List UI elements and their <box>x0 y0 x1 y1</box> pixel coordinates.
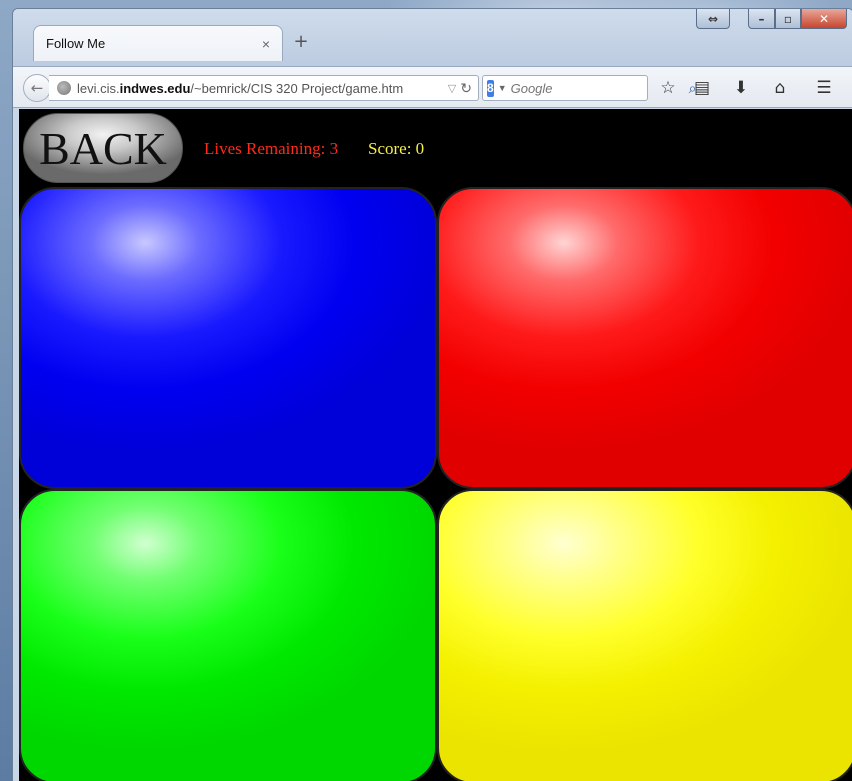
menu-icon[interactable]: ☰ <box>813 77 835 99</box>
lives-remaining: Lives Remaining: 3 <box>204 139 339 158</box>
back-button[interactable]: BACK <box>23 113 183 183</box>
close-window-button[interactable]: ✕ <box>801 9 847 29</box>
back-arrow-icon[interactable]: ← <box>23 74 51 102</box>
globe-icon <box>57 81 71 95</box>
blue-pad[interactable] <box>19 187 437 489</box>
download-icon[interactable]: ⬇ <box>730 77 752 99</box>
reading-list-icon[interactable]: ▤ <box>691 77 713 99</box>
browser-tab[interactable]: Follow Me × <box>33 25 283 61</box>
search-engine-dropdown-icon[interactable]: ▼ <box>498 83 507 93</box>
yellow-pad[interactable] <box>437 489 852 781</box>
tab-close-icon[interactable]: × <box>262 36 270 52</box>
green-pad[interactable] <box>19 489 437 781</box>
title-bar: Follow Me × + ⇔ – ▫ ✕ <box>13 9 852 67</box>
new-tab-button[interactable]: + <box>290 31 312 53</box>
url-domain: indwes.edu <box>119 80 191 96</box>
reload-icon[interactable]: ↻ <box>460 80 472 97</box>
red-pad[interactable] <box>437 187 852 489</box>
game-page: BACK Lives Remaining: 3 Score: 0 <box>19 109 852 781</box>
maximize-button[interactable]: ▫ <box>775 9 801 29</box>
window-controls: ⇔ – ▫ ✕ <box>696 9 847 29</box>
browser-window: Follow Me × + ⇔ – ▫ ✕ ← levi.cis.indwes.… <box>12 8 852 781</box>
resize-icon[interactable]: ⇔ <box>696 9 730 29</box>
home-icon[interactable]: ⌂ <box>769 77 791 99</box>
url-prefix: levi.cis. <box>77 80 120 96</box>
address-bar[interactable]: levi.cis.indwes.edu/~bemrick/CIS 320 Pro… <box>49 75 479 101</box>
tab-title: Follow Me <box>46 36 106 51</box>
search-engine-icon[interactable]: 8 <box>487 79 494 97</box>
url-path: /~bemrick/CIS 320 Project/game.htm <box>190 80 404 96</box>
url-text[interactable]: levi.cis.indwes.edu/~bemrick/CIS 320 Pro… <box>77 81 444 96</box>
score-display: Score: 0 <box>368 139 425 158</box>
minimize-button[interactable]: – <box>748 9 775 29</box>
dropdown-icon[interactable]: ▽ <box>448 82 456 95</box>
navigation-toolbar: ← levi.cis.indwes.edu/~bemrick/CIS 320 P… <box>13 66 852 108</box>
bookmark-star-icon[interactable]: ☆ <box>657 77 679 99</box>
search-bar[interactable]: 8 ▼ ⌕ <box>482 75 696 101</box>
